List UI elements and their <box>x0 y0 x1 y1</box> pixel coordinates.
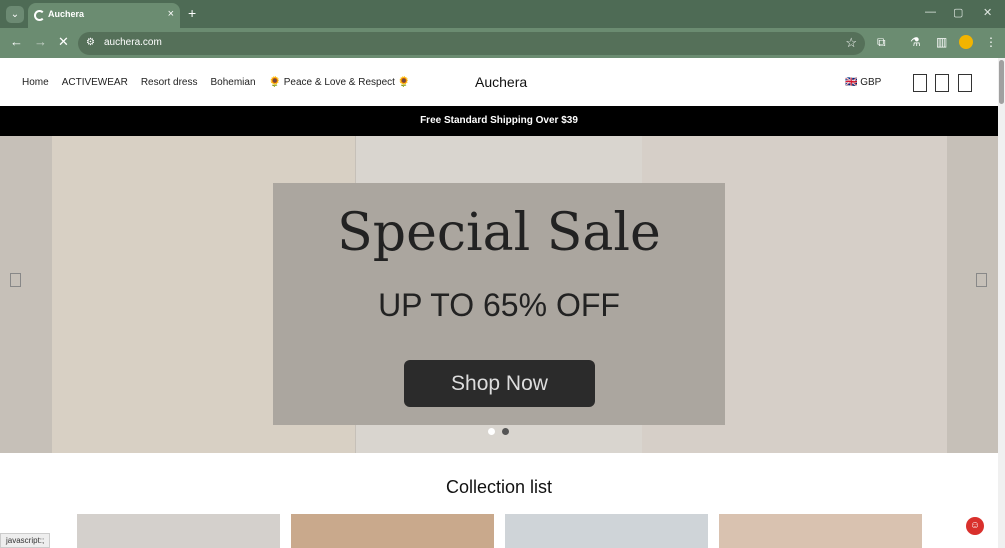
collection-card[interactable] <box>77 514 280 548</box>
search-icon[interactable] <box>913 74 927 92</box>
site-header: Home ACTIVEWEAR Resort dress Bohemian 🌻 … <box>0 58 998 106</box>
collection-card[interactable] <box>719 514 922 548</box>
nav-bohemian[interactable]: Bohemian <box>211 77 256 88</box>
new-tab-button[interactable]: + <box>188 5 196 21</box>
labs-icon[interactable]: ⚗ <box>910 35 921 49</box>
loading-spinner-icon <box>34 10 45 21</box>
browser-tab[interactable]: Auchera × <box>28 3 180 28</box>
shop-now-button[interactable]: Shop Now <box>404 360 595 407</box>
help-button[interactable]: ☺ <box>966 517 984 535</box>
forward-button[interactable]: → <box>34 34 47 49</box>
nav-home[interactable]: Home <box>22 77 49 88</box>
close-window-button[interactable]: ✕ <box>983 6 992 19</box>
collection-title: Collection list <box>445 477 553 497</box>
shipping-banner: Free Standard Shipping Over $39 <box>0 106 998 136</box>
hero-slider: Special Sale UP TO 65% OFF Shop Now <box>0 136 998 453</box>
next-slide-arrow-icon[interactable] <box>976 273 987 287</box>
menu-icon[interactable]: ⋮ <box>985 35 997 49</box>
tab-title: Auchera <box>48 9 85 19</box>
site-info-icon[interactable]: ⚙ <box>86 37 95 48</box>
maximize-button[interactable]: ▢ <box>953 6 963 19</box>
currency-selector[interactable]: 🇬🇧 GBP <box>845 77 881 88</box>
scrollbar-thumb[interactable] <box>999 60 1004 104</box>
browser-titlebar: ⌄ Auchera × + — ▢ ✕ <box>0 0 1005 28</box>
back-button[interactable]: ← <box>10 34 23 49</box>
status-bar: javascript:; <box>0 533 51 548</box>
tab-list-button[interactable]: ⌄ <box>6 6 24 23</box>
collection-card[interactable] <box>291 514 494 548</box>
sale-subtitle: UP TO 65% OFF <box>378 287 620 323</box>
main-nav: Home ACTIVEWEAR Resort dress Bohemian 🌻 … <box>22 77 410 88</box>
browser-toolbar: ← → ✕ ⚙ auchera.com ☆ ⧉ ⚗ ▥ ⋮ <box>0 28 1005 58</box>
nav-peace-love[interactable]: 🌻 Peace & Love & Respect 🌻 <box>269 77 411 88</box>
side-panel-icon[interactable]: ▥ <box>936 35 947 49</box>
minimize-button[interactable]: — <box>925 6 936 18</box>
site-logo[interactable]: Auchera <box>475 74 527 90</box>
nav-resort-dress[interactable]: Resort dress <box>141 77 198 88</box>
slide-dot[interactable] <box>502 428 509 435</box>
web-page: Home ACTIVEWEAR Resort dress Bohemian 🌻 … <box>0 58 998 548</box>
bookmark-star-icon[interactable]: ☆ <box>845 35 857 51</box>
account-icon[interactable] <box>935 74 949 92</box>
slide-dot-active[interactable] <box>488 428 495 435</box>
prev-slide-arrow-icon[interactable] <box>10 273 21 287</box>
url-text[interactable]: auchera.com <box>104 37 162 48</box>
profile-avatar[interactable] <box>959 35 973 49</box>
cart-icon[interactable] <box>958 74 972 92</box>
page-scrollbar[interactable] <box>998 58 1005 548</box>
address-bar[interactable]: ⚙ auchera.com ☆ <box>78 32 865 55</box>
extensions-icon[interactable]: ⧉ <box>877 35 886 50</box>
stop-button[interactable]: ✕ <box>58 34 69 50</box>
collection-card[interactable] <box>505 514 708 548</box>
sale-overlay: Special Sale UP TO 65% OFF Shop Now <box>273 183 725 425</box>
sale-title: Special Sale <box>337 203 661 263</box>
tab-close-icon[interactable]: × <box>168 8 174 20</box>
nav-activewear[interactable]: ACTIVEWEAR <box>62 77 128 88</box>
